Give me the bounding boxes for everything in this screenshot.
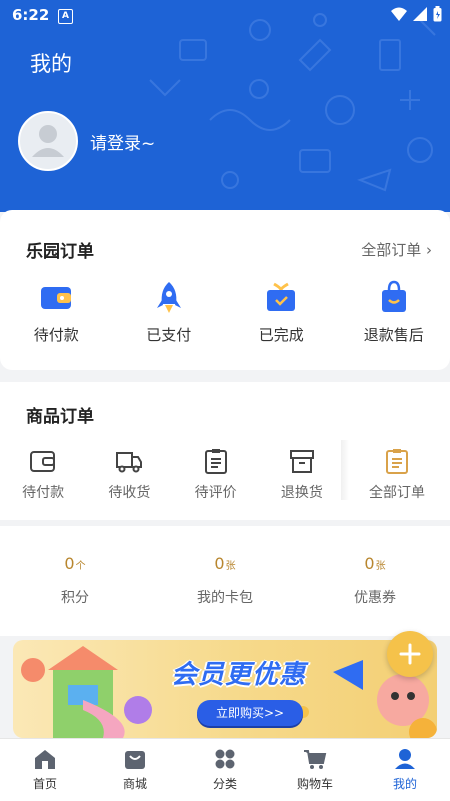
stats-card: 0个 积分 0张 我的卡包 0张 优惠券 <box>0 526 450 636</box>
goods-item-label: 退换货 <box>281 482 323 502</box>
profile-header: 6:22 A 我的 请登录~ <box>0 0 450 212</box>
stat-label: 我的卡包 <box>197 587 253 607</box>
wifi-icon <box>391 7 407 21</box>
status-bar: 6:22 A <box>0 0 450 32</box>
goods-item-label: 待收货 <box>108 482 150 502</box>
shop-icon <box>123 748 147 770</box>
banner-headline: 会员更优惠 <box>171 654 306 691</box>
goods-pending-payment[interactable]: 待付款 <box>0 448 86 502</box>
goods-orders-card: 商品订单 待付款 待收货 待评价 <box>0 382 450 520</box>
clipboard-list-icon <box>383 448 411 474</box>
goods-item-label: 待付款 <box>22 482 64 502</box>
park-item-label: 待付款 <box>34 324 79 345</box>
add-fab[interactable] <box>387 631 433 677</box>
status-badge: A <box>58 9 73 24</box>
wallet-icon <box>29 448 57 474</box>
tab-label: 我的 <box>393 775 417 792</box>
member-banner[interactable]: 会员更优惠 立即购买>> <box>13 640 437 738</box>
park-item-label: 退款售后 <box>364 324 424 345</box>
tab-label: 分类 <box>213 775 237 792</box>
goods-item-label: 待评价 <box>195 482 237 502</box>
buy-now-button[interactable]: 立即购买>> <box>197 700 303 726</box>
goods-orders-title: 商品订单 <box>26 402 94 427</box>
rocket-icon <box>152 280 186 314</box>
scroll-divider <box>341 440 349 500</box>
points-stat[interactable]: 0个 积分 <box>0 554 150 607</box>
truck-icon <box>115 448 143 474</box>
stat-value: 0张 <box>214 554 235 573</box>
chevron-right-icon: › <box>426 241 432 259</box>
goods-all-orders[interactable]: 全部订单 <box>348 448 446 502</box>
avatar[interactable] <box>18 111 78 171</box>
goods-pending-receipt[interactable]: 待收货 <box>86 448 172 502</box>
cart-icon <box>303 748 327 770</box>
tab-category[interactable]: 分类 <box>180 739 270 801</box>
tab-label: 首页 <box>33 775 57 792</box>
gift-icon <box>264 280 298 314</box>
clipboard-icon <box>202 448 230 474</box>
stat-value: 0个 <box>64 554 85 573</box>
bag-icon <box>377 280 411 314</box>
bottom-tab-bar: 首页 商城 分类 购物车 我的 <box>0 738 450 801</box>
login-link[interactable]: 请登录~ <box>90 129 155 154</box>
tab-home[interactable]: 首页 <box>0 739 90 801</box>
park-refund[interactable]: 退款售后 <box>338 280 450 345</box>
all-orders-link[interactable]: 全部订单 › <box>361 239 432 260</box>
status-time: 6:22 <box>12 6 49 24</box>
stat-label: 优惠券 <box>354 587 396 607</box>
park-completed[interactable]: 已完成 <box>225 280 338 345</box>
park-item-label: 已完成 <box>259 324 304 345</box>
park-orders-card: 乐园订单 全部订单 › 待付款 已支付 已完成 <box>0 210 450 370</box>
tab-label: 购物车 <box>297 775 333 792</box>
tab-cart[interactable]: 购物车 <box>270 739 360 801</box>
profile-icon <box>393 748 417 770</box>
tab-label: 商城 <box>123 775 147 792</box>
goods-pending-review[interactable]: 待评价 <box>173 448 259 502</box>
tab-profile[interactable]: 我的 <box>360 739 450 801</box>
park-pending-payment[interactable]: 待付款 <box>0 280 113 345</box>
box-icon <box>288 448 316 474</box>
tab-shop[interactable]: 商城 <box>90 739 180 801</box>
goods-all-label: 全部订单 <box>369 482 425 502</box>
wallet-icon <box>39 280 73 314</box>
park-paid[interactable]: 已支付 <box>113 280 226 345</box>
goods-return[interactable]: 退换货 <box>259 448 345 502</box>
home-icon <box>33 748 57 770</box>
stat-value: 0张 <box>364 554 385 573</box>
coupon-stat[interactable]: 0张 优惠券 <box>300 554 450 607</box>
park-orders-title: 乐园订单 <box>26 237 94 262</box>
stat-label: 积分 <box>61 587 89 607</box>
signal-icon <box>413 7 427 21</box>
user-placeholder-icon <box>20 113 76 169</box>
park-item-label: 已支付 <box>146 324 191 345</box>
page-title: 我的 <box>30 48 72 78</box>
all-orders-label: 全部订单 <box>361 241 421 259</box>
plus-icon <box>398 642 422 666</box>
category-icon <box>213 748 237 770</box>
card-pack-stat[interactable]: 0张 我的卡包 <box>150 554 300 607</box>
battery-icon <box>433 6 442 22</box>
